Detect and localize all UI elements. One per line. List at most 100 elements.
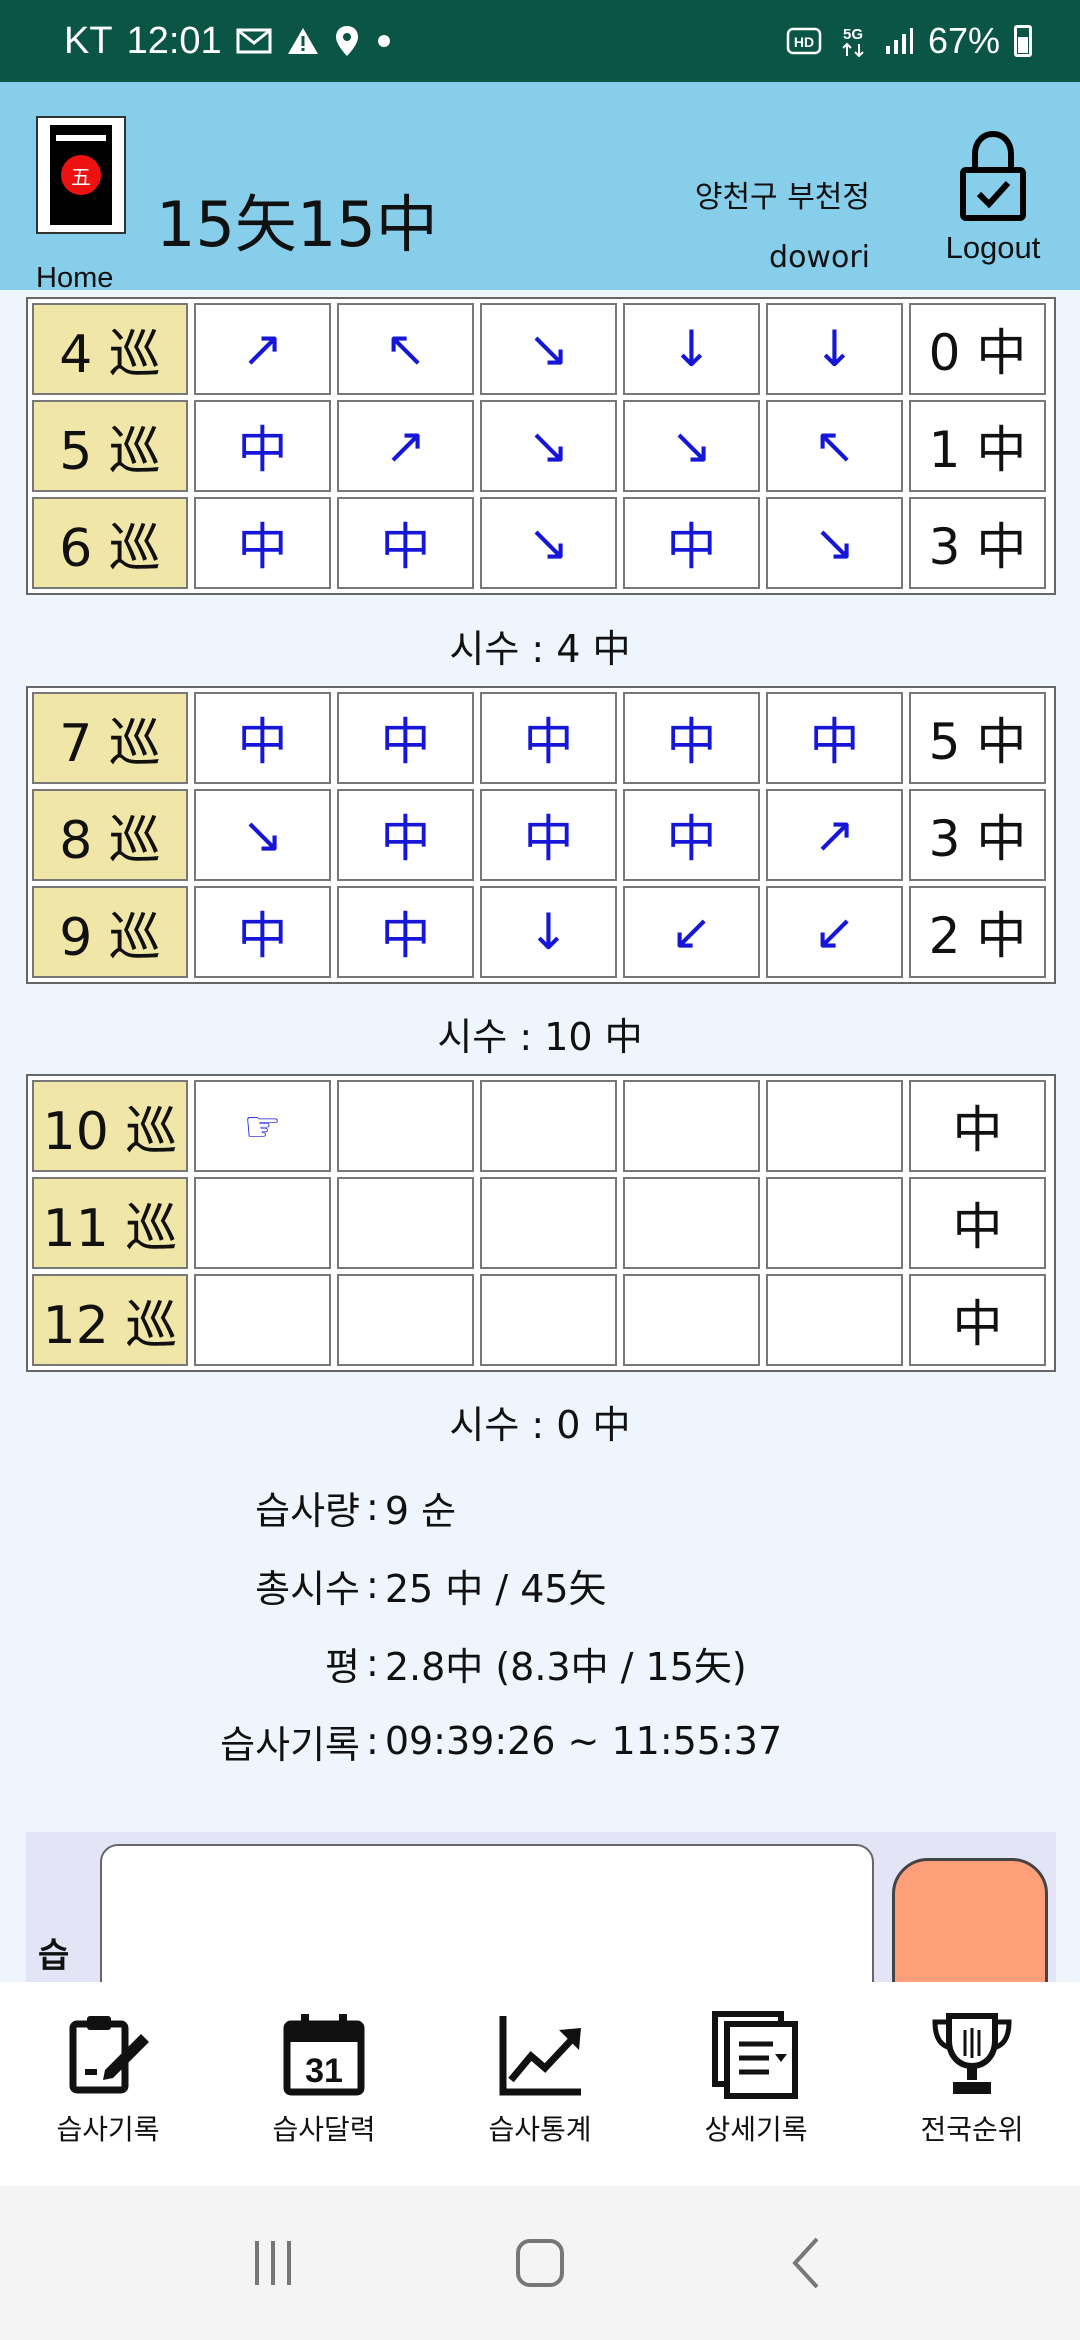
round-label: 6 巡 xyxy=(32,497,188,589)
home-label[interactable]: Home xyxy=(36,262,113,295)
warning-icon xyxy=(286,26,320,56)
shot-cell[interactable]: ↘ xyxy=(480,497,617,589)
round-row: 11 巡 中 xyxy=(32,1177,1050,1269)
nav-practice-stats[interactable]: 습사통계 xyxy=(445,2010,635,2148)
shot-cell[interactable]: 中 xyxy=(480,789,617,881)
block-total: 시수 : 4 中 xyxy=(449,627,631,671)
shot-cell[interactable] xyxy=(623,1177,760,1269)
current-shot-pointer-cell[interactable]: ☞ xyxy=(194,1080,331,1172)
stat-separator: : xyxy=(366,1719,379,1763)
shot-cell[interactable]: 中 xyxy=(623,692,760,784)
recent-apps-icon[interactable] xyxy=(243,2233,303,2293)
shot-cell[interactable]: 中 xyxy=(194,400,331,492)
shot-cell[interactable]: ↘ xyxy=(480,303,617,395)
nav-label: 전국순위 xyxy=(920,2113,1024,2146)
shot-cell[interactable]: 中 xyxy=(623,497,760,589)
logout-label: Logout xyxy=(945,230,1041,265)
shot-cell[interactable]: 中 xyxy=(337,692,474,784)
round-block-1: 4 巡 ↗ ↖ ↘ ↓ ↓ 0 中 5 巡 中 ↗ ↘ ↘ ↖ 1 中 6 巡 … xyxy=(26,297,1056,595)
shot-cell[interactable]: 中 xyxy=(337,886,474,978)
shot-cell[interactable]: ↗ xyxy=(337,400,474,492)
round-score: 0 中 xyxy=(909,303,1046,395)
shot-cell[interactable]: ↘ xyxy=(194,789,331,881)
username-label: dowori xyxy=(769,240,870,275)
shot-cell[interactable] xyxy=(766,1274,903,1366)
nav-label: 습사통계 xyxy=(488,2113,592,2146)
shot-cell[interactable]: ↖ xyxy=(337,303,474,395)
round-row: 10 巡 ☞ 中 xyxy=(32,1080,1050,1172)
shot-cell[interactable]: ↘ xyxy=(480,400,617,492)
nav-practice-calendar[interactable]: 31 습사달력 xyxy=(229,2010,419,2148)
shot-cell[interactable] xyxy=(766,1080,903,1172)
shot-cell[interactable]: ↙ xyxy=(623,886,760,978)
shot-cell[interactable] xyxy=(480,1177,617,1269)
shot-cell[interactable]: ↘ xyxy=(766,497,903,589)
shot-cell[interactable]: ↖ xyxy=(766,400,903,492)
shot-cell[interactable] xyxy=(766,1177,903,1269)
location-icon xyxy=(334,25,360,57)
round-score: 1 中 xyxy=(909,400,1046,492)
round-label: 9 巡 xyxy=(32,886,188,978)
round-row: 6 巡 中 中 ↘ 中 ↘ 3 中 xyxy=(32,497,1050,589)
home-icon[interactable] xyxy=(510,2233,570,2293)
stat-record-time: 습사기록 : 09:39:26 ~ 11:55:37 xyxy=(100,1702,782,1780)
shot-cell[interactable] xyxy=(480,1080,617,1172)
round-row: 8 巡 ↘ 中 中 中 ↗ 3 中 xyxy=(32,789,1050,881)
shot-cell[interactable] xyxy=(623,1274,760,1366)
shot-cell[interactable]: 中 xyxy=(194,692,331,784)
shot-cell[interactable]: 中 xyxy=(766,692,903,784)
system-nav-bar xyxy=(0,2186,1080,2340)
region-label: 양천구 부천정 xyxy=(694,180,870,215)
shot-cell[interactable]: 中 xyxy=(194,497,331,589)
stat-value: 2.8中 (8.3中 / 15矢) xyxy=(384,1644,747,1689)
logout-button[interactable]: Logout xyxy=(936,128,1050,266)
shot-cell[interactable] xyxy=(623,1080,760,1172)
round-label: 10 巡 xyxy=(32,1080,188,1172)
stat-practice: 습사량 : 9 순 xyxy=(100,1468,782,1546)
submit-button[interactable] xyxy=(892,1858,1048,1982)
round-label: 12 巡 xyxy=(32,1274,188,1366)
shot-cell[interactable] xyxy=(480,1274,617,1366)
round-label: 8 巡 xyxy=(32,789,188,881)
round-label: 7 巡 xyxy=(32,692,188,784)
shot-cell[interactable] xyxy=(194,1274,331,1366)
round-label: 11 巡 xyxy=(32,1177,188,1269)
shot-cell[interactable]: 中 xyxy=(480,692,617,784)
home-logo-button[interactable]: 五 xyxy=(36,116,126,234)
shot-cell[interactable]: ↓ xyxy=(766,303,903,395)
shot-cell[interactable]: ↗ xyxy=(194,303,331,395)
shot-cell[interactable]: 中 xyxy=(337,497,474,589)
shot-cell[interactable]: ↙ xyxy=(766,886,903,978)
shot-cell[interactable]: ↘ xyxy=(623,400,760,492)
clock: 12:01 xyxy=(126,19,222,62)
shot-cell[interactable]: ↓ xyxy=(480,886,617,978)
carrier-label: KT xyxy=(64,19,113,62)
shot-cell[interactable]: 中 xyxy=(623,789,760,881)
shot-cell[interactable] xyxy=(337,1177,474,1269)
round-row: 9 巡 中 中 ↓ ↙ ↙ 2 中 xyxy=(32,886,1050,978)
hd-icon: HD xyxy=(786,27,822,55)
shot-cell[interactable]: ↓ xyxy=(623,303,760,395)
memo-input[interactable] xyxy=(100,1844,874,1982)
shot-cell[interactable]: 中 xyxy=(194,886,331,978)
battery-percent: 67% xyxy=(927,20,1000,61)
chart-trend-icon xyxy=(499,2016,581,2096)
block-total: 시수 : 0 中 xyxy=(449,1403,631,1447)
calendar-icon: 31 xyxy=(283,2014,365,2096)
stat-value: 25 中 / 45矢 xyxy=(384,1566,607,1611)
nav-label: 상세기록 xyxy=(704,2113,808,2146)
shot-cell[interactable] xyxy=(194,1177,331,1269)
shot-cell[interactable] xyxy=(337,1274,474,1366)
shot-cell[interactable] xyxy=(337,1080,474,1172)
nav-national-ranking[interactable]: 전국순위 xyxy=(877,2010,1067,2148)
bottom-nav: 습사기록 31 습사달력 습사통계 상세기록 전국순위 xyxy=(0,1982,1080,2186)
shot-cell[interactable]: 中 xyxy=(337,789,474,881)
back-icon[interactable] xyxy=(777,2233,837,2293)
round-score: 5 中 xyxy=(909,692,1046,784)
nav-label: 습사기록 xyxy=(56,2113,160,2146)
stat-separator: : xyxy=(366,1563,379,1607)
nav-practice-record[interactable]: 습사기록 xyxy=(13,2010,203,2148)
calendar-day: 31 xyxy=(305,2052,343,2090)
shot-cell[interactable]: ↗ xyxy=(766,789,903,881)
nav-detail-record[interactable]: 상세기록 xyxy=(661,2010,851,2148)
